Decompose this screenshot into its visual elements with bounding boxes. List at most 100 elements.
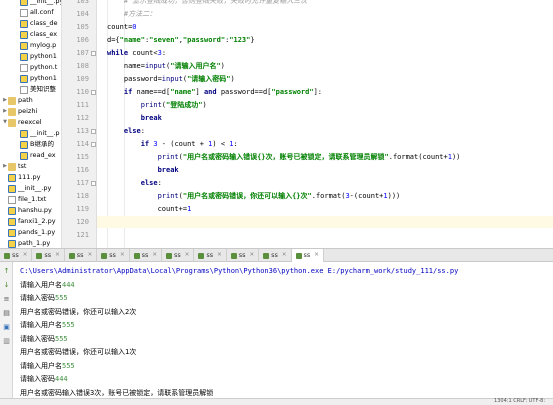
tree-item[interactable]: file_1.txt [2, 194, 46, 205]
tree-item[interactable]: hanshu.py [2, 205, 52, 216]
close-tab-icon[interactable]: ✕ [250, 249, 255, 262]
code-line[interactable]: break [97, 164, 553, 176]
run-tab-label: ss [238, 251, 246, 259]
code-line[interactable]: break [97, 112, 553, 124]
code-token: else [140, 179, 158, 187]
code-line[interactable]: d={"name":"seven","password":"123"} [97, 34, 553, 46]
tree-item[interactable]: ▶ path [2, 95, 33, 106]
fold-marker-icon[interactable] [91, 142, 96, 147]
stop-icon[interactable]: ↓ [2, 280, 11, 289]
code-line[interactable]: while count<3: [97, 47, 553, 59]
python-run-icon [4, 252, 10, 259]
fold-marker-icon[interactable] [91, 51, 96, 56]
close-tab-icon[interactable]: ✕ [185, 249, 190, 262]
tree-item[interactable]: __init__.py [2, 183, 51, 194]
tree-item[interactable]: 111.py [2, 172, 40, 183]
tree-item[interactable]: path_1.py [2, 238, 50, 248]
fold-marker-icon[interactable] [91, 90, 96, 95]
tree-item-label: hanshu.py [18, 206, 52, 214]
python-file-icon [20, 19, 28, 28]
scroll-icon[interactable]: ≡ [2, 294, 11, 303]
tree-item[interactable]: __init__.p [14, 128, 59, 139]
pin-icon[interactable]: ▣ [2, 322, 11, 331]
tree-item[interactable]: class_de [14, 18, 58, 29]
close-tab-icon[interactable]: ✕ [23, 249, 28, 262]
code-line[interactable]: name=input("请输入用户名") [97, 60, 553, 72]
code-line[interactable]: else: [97, 125, 553, 137]
line-number: 117 [76, 179, 89, 187]
run-tab-label: ss [12, 251, 19, 259]
code-line[interactable]: # 显示登陆成功，否则登陆失败，失败时允许重复输入三次 [97, 0, 553, 7]
tree-item[interactable]: ▶ peizhi [2, 106, 37, 117]
code-line[interactable]: count=0 [97, 21, 553, 33]
tree-item[interactable]: python.t [14, 62, 57, 73]
tree-item[interactable]: mylog.p [14, 40, 56, 51]
print-icon[interactable]: ▤ [2, 308, 11, 317]
code-line[interactable]: print("用户名或密码错误，你还可以输入{}次".format(3-(cou… [97, 190, 553, 202]
line-number: 106 [76, 36, 89, 44]
close-tab-icon[interactable]: ✕ [217, 249, 222, 262]
run-tab[interactable]: ss ✕ [32, 249, 65, 262]
tree-item[interactable]: class_ex [14, 29, 57, 40]
rerun-icon[interactable]: ↑ [2, 266, 11, 275]
run-console[interactable]: C:\Users\Administrator\AppData\Local\Pro… [13, 262, 553, 398]
python-file-icon [8, 206, 16, 215]
tree-item[interactable]: read_ex [14, 150, 56, 161]
close-tab-icon[interactable]: ✕ [120, 249, 125, 262]
run-tab[interactable]: ss ✕ [65, 249, 98, 262]
tree-item[interactable]: ▼ reexcel [2, 117, 42, 128]
run-tab[interactable]: ss ✕ [130, 249, 162, 262]
code-line[interactable]: if name==d["name"] and password==d["pass… [97, 86, 553, 98]
close-tab-icon[interactable]: ✕ [55, 249, 60, 262]
run-tab[interactable]: ss ✕ [291, 249, 324, 262]
fold-marker-icon[interactable] [91, 181, 96, 186]
code-token: 0 [132, 23, 137, 31]
code-line[interactable] [97, 216, 553, 228]
code-line[interactable]: count+=1 [97, 203, 553, 215]
tree-item[interactable]: B继承的 [14, 139, 54, 150]
tree-item[interactable]: all.conf [14, 7, 54, 18]
tree-item-label: mylog.p [30, 41, 57, 49]
run-tab[interactable]: ss ✕ [162, 249, 195, 262]
run-tab[interactable]: ss ✕ [227, 249, 260, 262]
project-tree: __init__.py all.conf class_de class_ex mylog… [0, 0, 62, 248]
run-tab[interactable]: ss ✕ [0, 249, 33, 262]
close-tab-icon[interactable]: ✕ [282, 249, 287, 262]
code-line[interactable]: #方法二： [97, 8, 553, 20]
close-tab-icon[interactable]: ✕ [152, 249, 157, 262]
tree-item[interactable]: fanxi1_2.py [2, 216, 56, 227]
run-tab[interactable]: ss ✕ [194, 249, 227, 262]
code-line[interactable]: print("用户名或密码输入错误{}次，账号已被锁定，请联系管理员解锁".fo… [97, 151, 553, 163]
close-tab-icon[interactable]: ✕ [88, 249, 93, 262]
python-run-icon [263, 252, 270, 259]
console-line: 用户名或密码错误，你还可以输入1次 [20, 346, 136, 359]
tree-item[interactable]: __init__.py [14, 0, 61, 7]
code-token: ) < [212, 140, 230, 148]
close-tab-icon[interactable]: ✕ [314, 249, 319, 262]
console-line: 请输入用户名555 [20, 319, 75, 332]
trash-icon[interactable]: ▥ [2, 336, 11, 345]
tree-item[interactable]: pands_1.py [2, 227, 55, 238]
python-run-icon [198, 252, 205, 259]
code-token: "用户名或密码输入错误{}次，账号已被锁定，请联系管理员解锁" [182, 153, 389, 161]
tree-item[interactable]: python1 [14, 73, 57, 84]
tree-item[interactable]: 美知识整 [14, 84, 56, 95]
code-line[interactable]: else: [97, 177, 553, 189]
run-tab[interactable]: ss ✕ [259, 249, 292, 262]
tree-item[interactable]: ▶ tst [2, 161, 26, 172]
code-editor[interactable]: # 显示登陆成功，否则登陆失败，失败时允许重复输入三次 #方法二： count=0… [97, 0, 553, 248]
code-line[interactable] [97, 229, 553, 241]
tree-item[interactable]: python1 [14, 51, 57, 62]
run-tab[interactable]: ss ✕ [97, 249, 130, 262]
console-line: 请输入密码444 [20, 373, 68, 386]
code-line[interactable]: if 3 - (count + 1) < 1: [97, 138, 553, 150]
code-token: else [123, 127, 141, 135]
fold-marker-icon[interactable] [91, 129, 96, 134]
code-token: "请输入密码" [187, 75, 231, 83]
code-line[interactable]: password=input("请输入密码") [97, 73, 553, 85]
code-line[interactable]: print("登陆成功") [97, 99, 553, 111]
tree-item-label: all.conf [30, 8, 54, 16]
console-text: 请输入密码 [20, 334, 55, 343]
python-file-icon [20, 140, 28, 149]
